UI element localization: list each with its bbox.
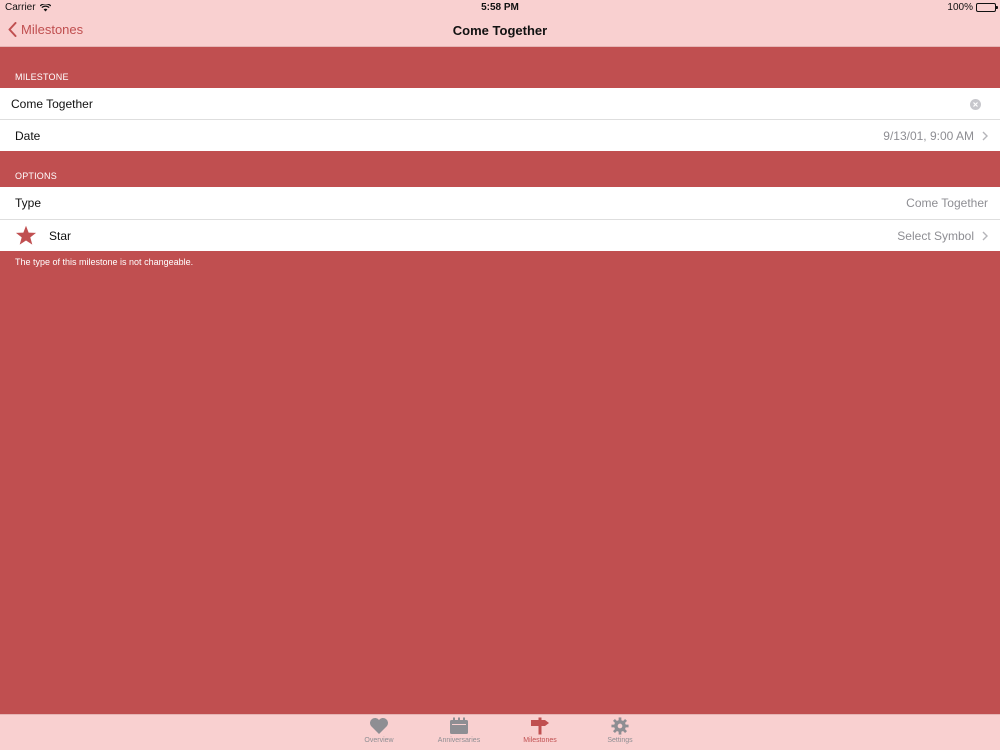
tab-bar: Overview Anniversaries Milestones Settin… [0,714,1000,750]
tab-anniversaries[interactable]: Anniversaries [424,717,494,744]
clock: 5:58 PM [481,2,519,13]
section-header-milestone: MILESTONE [15,72,69,82]
type-label: Type [15,196,42,210]
page-title: Come Together [452,23,548,38]
select-symbol-value: Select Symbol [897,228,974,243]
tab-settings[interactable]: Settings [585,717,655,744]
milestone-name-field[interactable]: Come Together [11,97,93,111]
tab-label: Settings [607,737,633,744]
battery-icon [976,3,998,12]
star-icon [15,225,37,245]
chevron-right-icon [982,231,988,240]
battery-indicator: 100% [947,2,998,13]
type-row: Type Come Together [0,187,1000,219]
heart-icon [370,718,388,734]
tab-overview[interactable]: Overview [344,717,414,744]
tab-label: Overview [364,737,394,744]
chevron-right-icon [982,131,988,140]
type-value: Come Together [906,196,988,210]
date-value: 9/13/01, 9:00 AM [883,128,974,143]
date-value-group: 9/13/01, 9:00 AM [883,129,988,143]
clear-text-icon[interactable] [970,98,981,110]
tab-label: Milestones [523,737,557,744]
symbol-label: Star [49,228,72,243]
milestone-name-row: Come Together [0,88,1000,120]
date-row[interactable]: Date 9/13/01, 9:00 AM [0,119,1000,151]
date-label: Date [15,128,41,143]
signpost-icon [531,717,549,735]
symbol-value-group: Select Symbol [897,229,988,243]
symbol-row[interactable]: Star Select Symbol [0,219,1000,251]
options-footer-note: The type of this milestone is not change… [15,257,194,267]
navigation-bar: Milestones Come Together [0,15,1000,47]
calendar-icon [450,717,468,734]
gear-icon [611,717,629,735]
tab-milestones[interactable]: Milestones [505,717,575,744]
section-header-options: OPTIONS [15,171,57,181]
status-bar: Carrier 5:58 PM 100% [0,0,1000,15]
battery-percent: 100% [947,2,973,13]
tab-label: Anniversaries [437,737,481,744]
